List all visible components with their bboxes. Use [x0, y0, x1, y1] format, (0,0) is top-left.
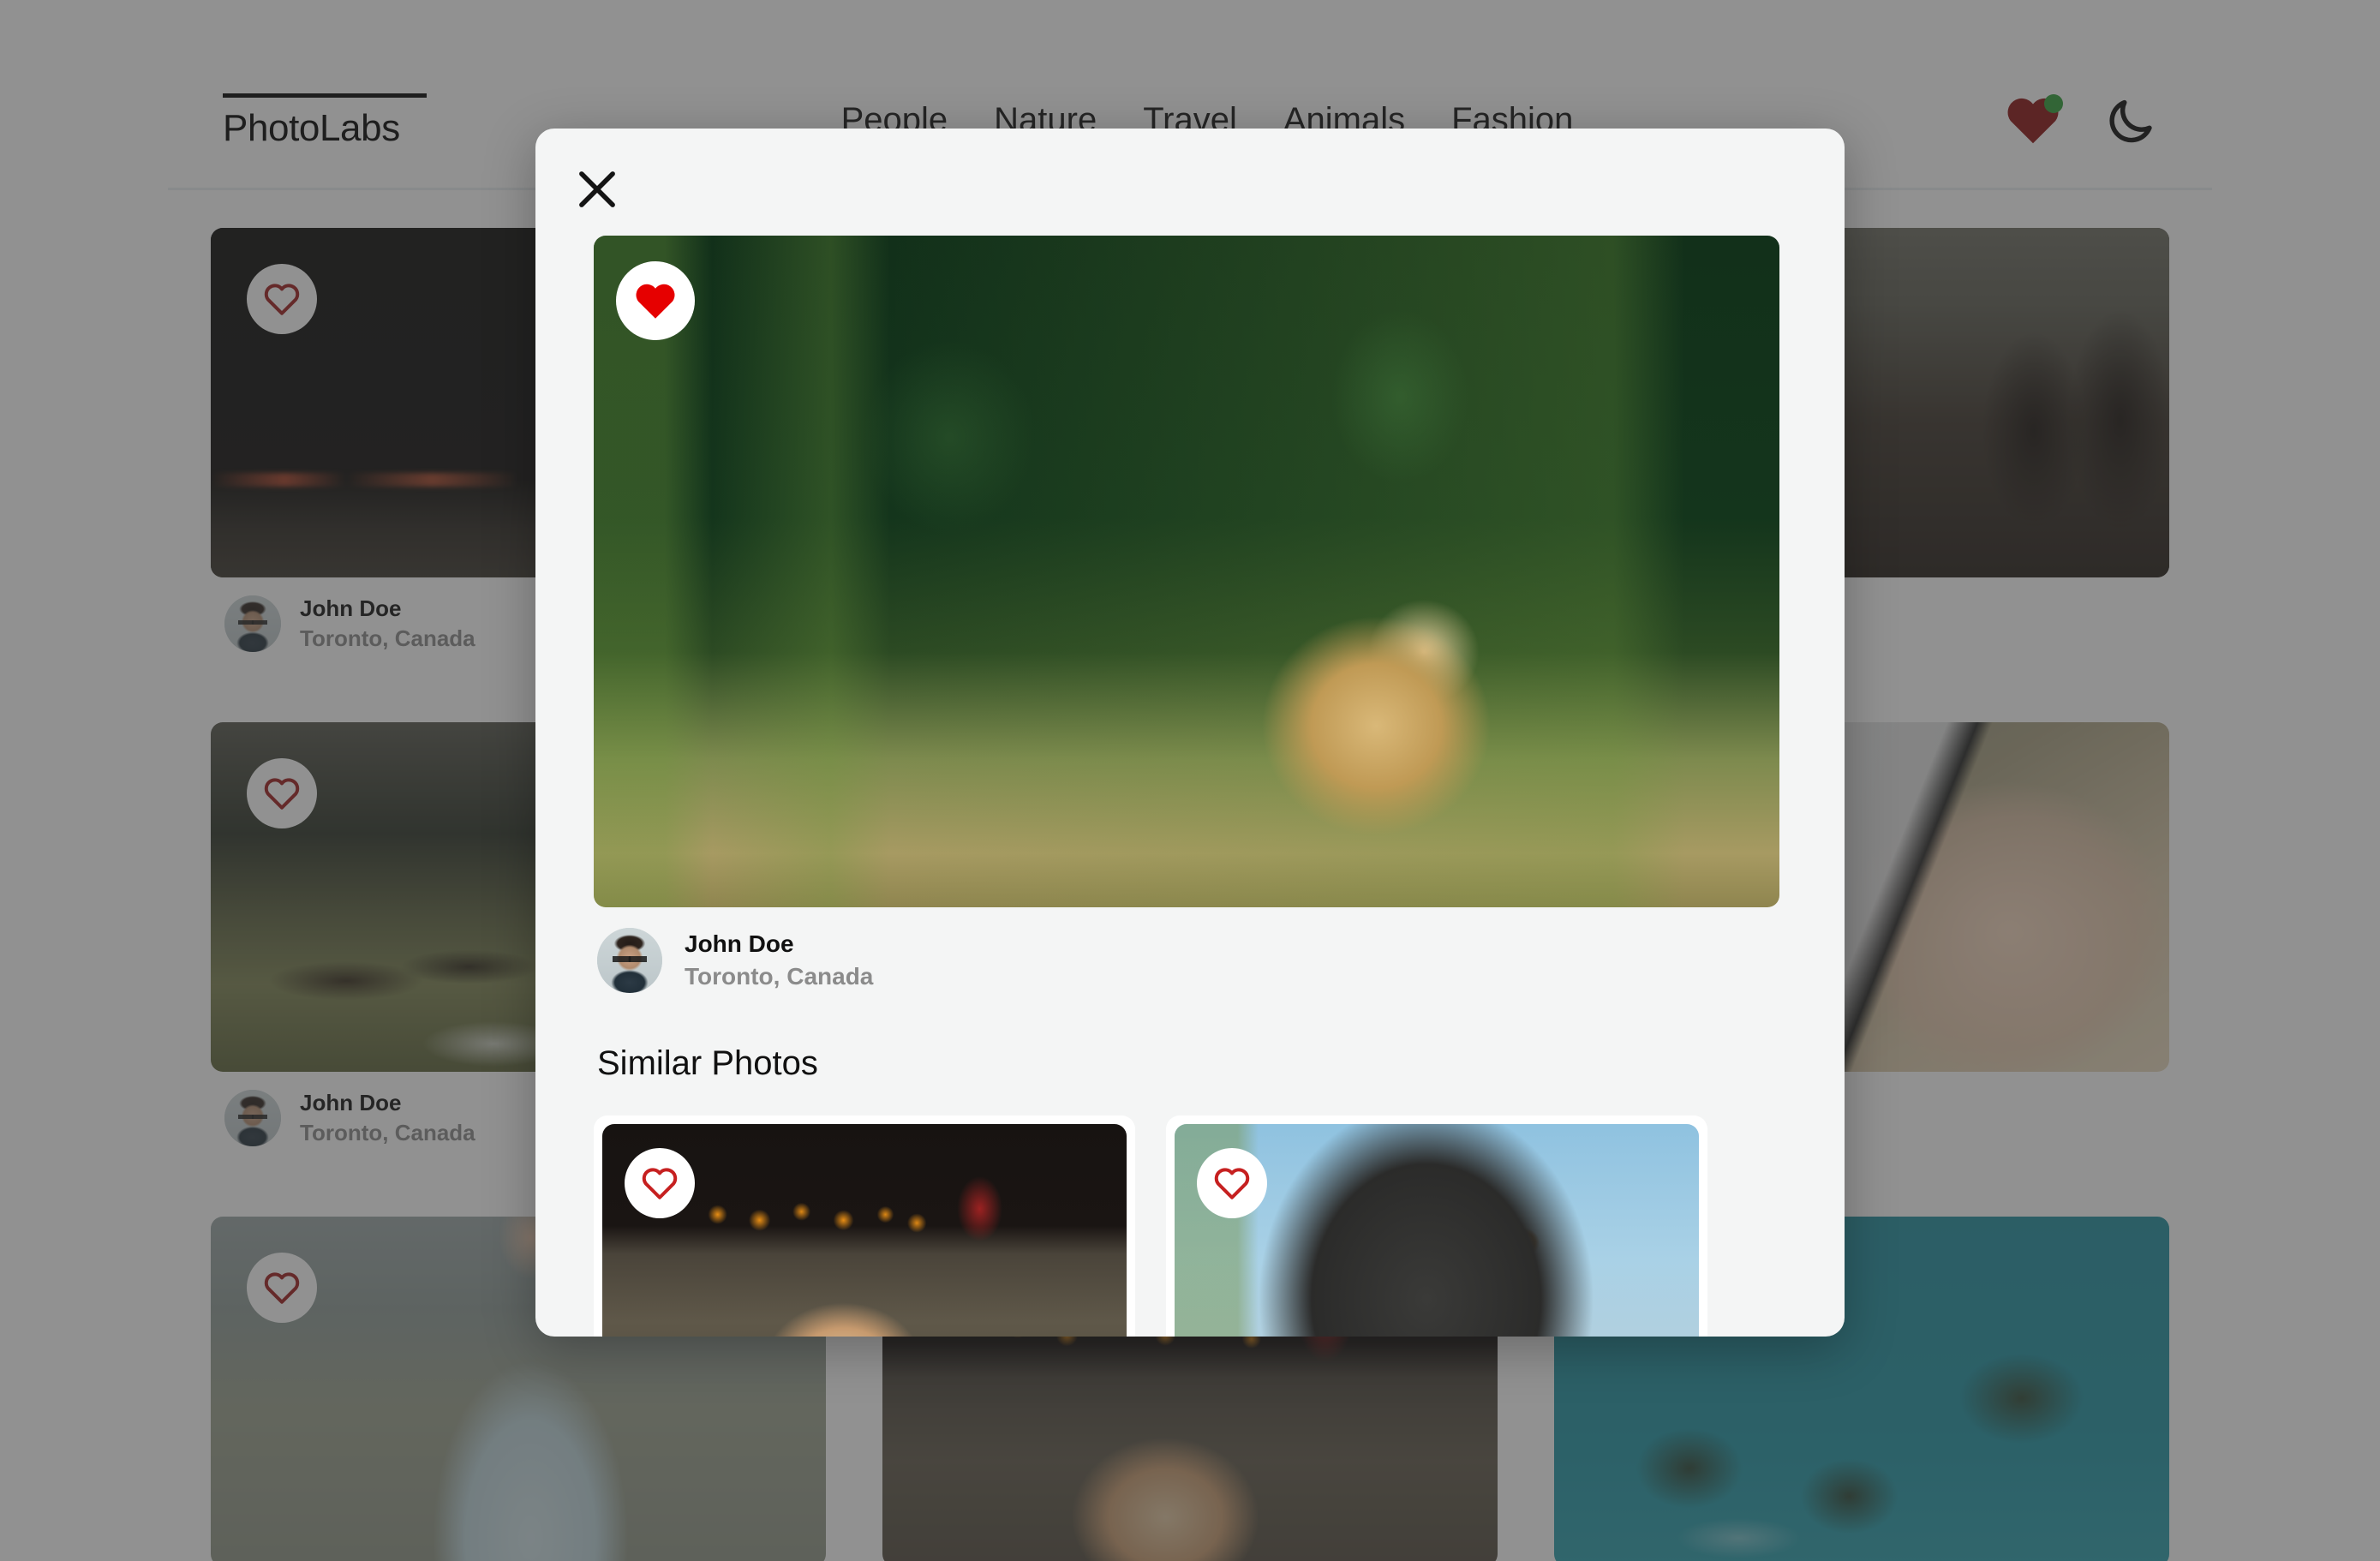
close-modal-button[interactable]: [572, 164, 622, 214]
similar-photo-card[interactable]: [1166, 1115, 1707, 1337]
author-location: Toronto, Canada: [685, 963, 874, 990]
hero-photo-author: John Doe Toronto, Canada: [594, 907, 1786, 993]
similar-photos-grid: [594, 1115, 1786, 1337]
close-icon: [579, 171, 615, 207]
photo-image: [594, 236, 1779, 907]
photo-thumbnail[interactable]: [1175, 1124, 1699, 1337]
photo-thumbnail[interactable]: [602, 1124, 1127, 1337]
similar-photo-card[interactable]: [594, 1115, 1135, 1337]
heart-outline-icon: [642, 1168, 678, 1199]
like-button[interactable]: [616, 261, 695, 340]
like-button[interactable]: [625, 1148, 695, 1218]
photo-details-modal: John Doe Toronto, Canada Similar Photos: [535, 129, 1845, 1337]
author-name: John Doe: [685, 930, 794, 957]
similar-photos-heading: Similar Photos: [597, 1044, 818, 1082]
like-button[interactable]: [1197, 1148, 1267, 1218]
heart-filled-icon: [636, 284, 675, 319]
photolabs-app: PhotoLabs People Nature Travel Animals F…: [0, 0, 2380, 1561]
avatar: [597, 928, 662, 993]
hero-photo[interactable]: [594, 236, 1779, 907]
heart-outline-icon: [1214, 1168, 1250, 1199]
